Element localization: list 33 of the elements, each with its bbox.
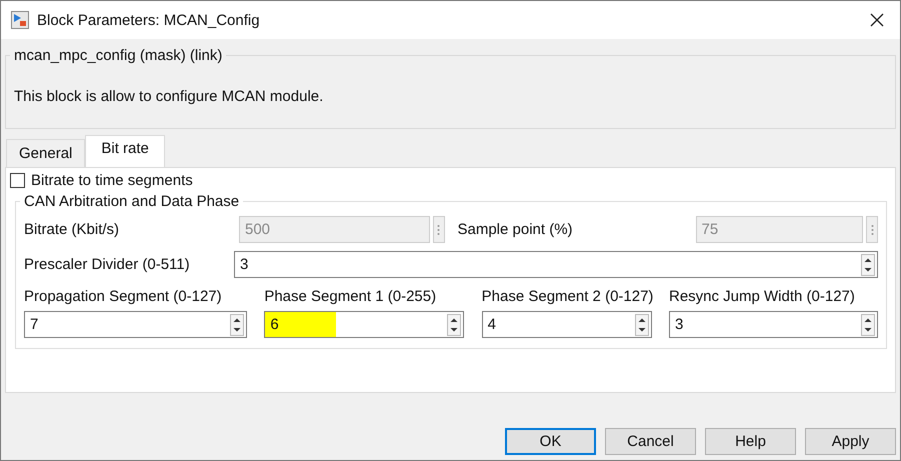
close-icon[interactable]: [870, 13, 884, 27]
dots-icon: [437, 224, 440, 236]
spin-field[interactable]: 4: [482, 311, 652, 338]
spin-arrows-icon[interactable]: [861, 254, 875, 276]
spin-arrows-icon[interactable]: [447, 314, 462, 336]
tab[interactable]: Bit rate: [85, 135, 165, 167]
app-icon: [11, 11, 29, 29]
tab[interactable]: General: [6, 139, 86, 167]
spin-field[interactable]: 7: [24, 311, 247, 338]
checkbox[interactable]: [10, 173, 25, 188]
checkbox-label: Bitrate to time segments: [31, 172, 193, 189]
field-label: Propagation Segment (0-127): [24, 288, 223, 305]
spin-arrows-icon[interactable]: [230, 314, 244, 336]
window-title: Block Parameters: MCAN_Config: [37, 12, 261, 28]
mask-title: mcan_mpc_config (mask) (link): [13, 47, 224, 64]
dialog-button[interactable]: Help: [705, 428, 796, 455]
field-label: Sample point (%): [458, 221, 574, 238]
spin-arrows-icon[interactable]: [860, 314, 875, 336]
mask-description: This block is allow to configure MCAN module.: [14, 88, 324, 105]
dots-icon: [870, 224, 874, 236]
field-label: Prescaler Divider (0-511): [24, 256, 191, 273]
spin-field[interactable]: 3: [234, 251, 878, 278]
spin-field[interactable]: 3: [668, 311, 878, 338]
spin-arrows-icon[interactable]: [634, 314, 649, 336]
field-label: Phase Segment 2 (0-127): [482, 288, 652, 305]
dialog-button[interactable]: OK: [505, 428, 596, 455]
dialog-button[interactable]: Apply: [805, 428, 896, 455]
spin-field[interactable]: 6: [264, 311, 464, 338]
field-label: Bitrate (Kbit/s): [24, 221, 120, 238]
field-label: Resync Jump Width (0-127): [668, 288, 856, 305]
group-title: CAN Arbitration and Data Phase: [23, 193, 240, 210]
dialog-button[interactable]: Cancel: [605, 428, 696, 455]
field-label: Phase Segment 1 (0-255): [264, 288, 438, 305]
